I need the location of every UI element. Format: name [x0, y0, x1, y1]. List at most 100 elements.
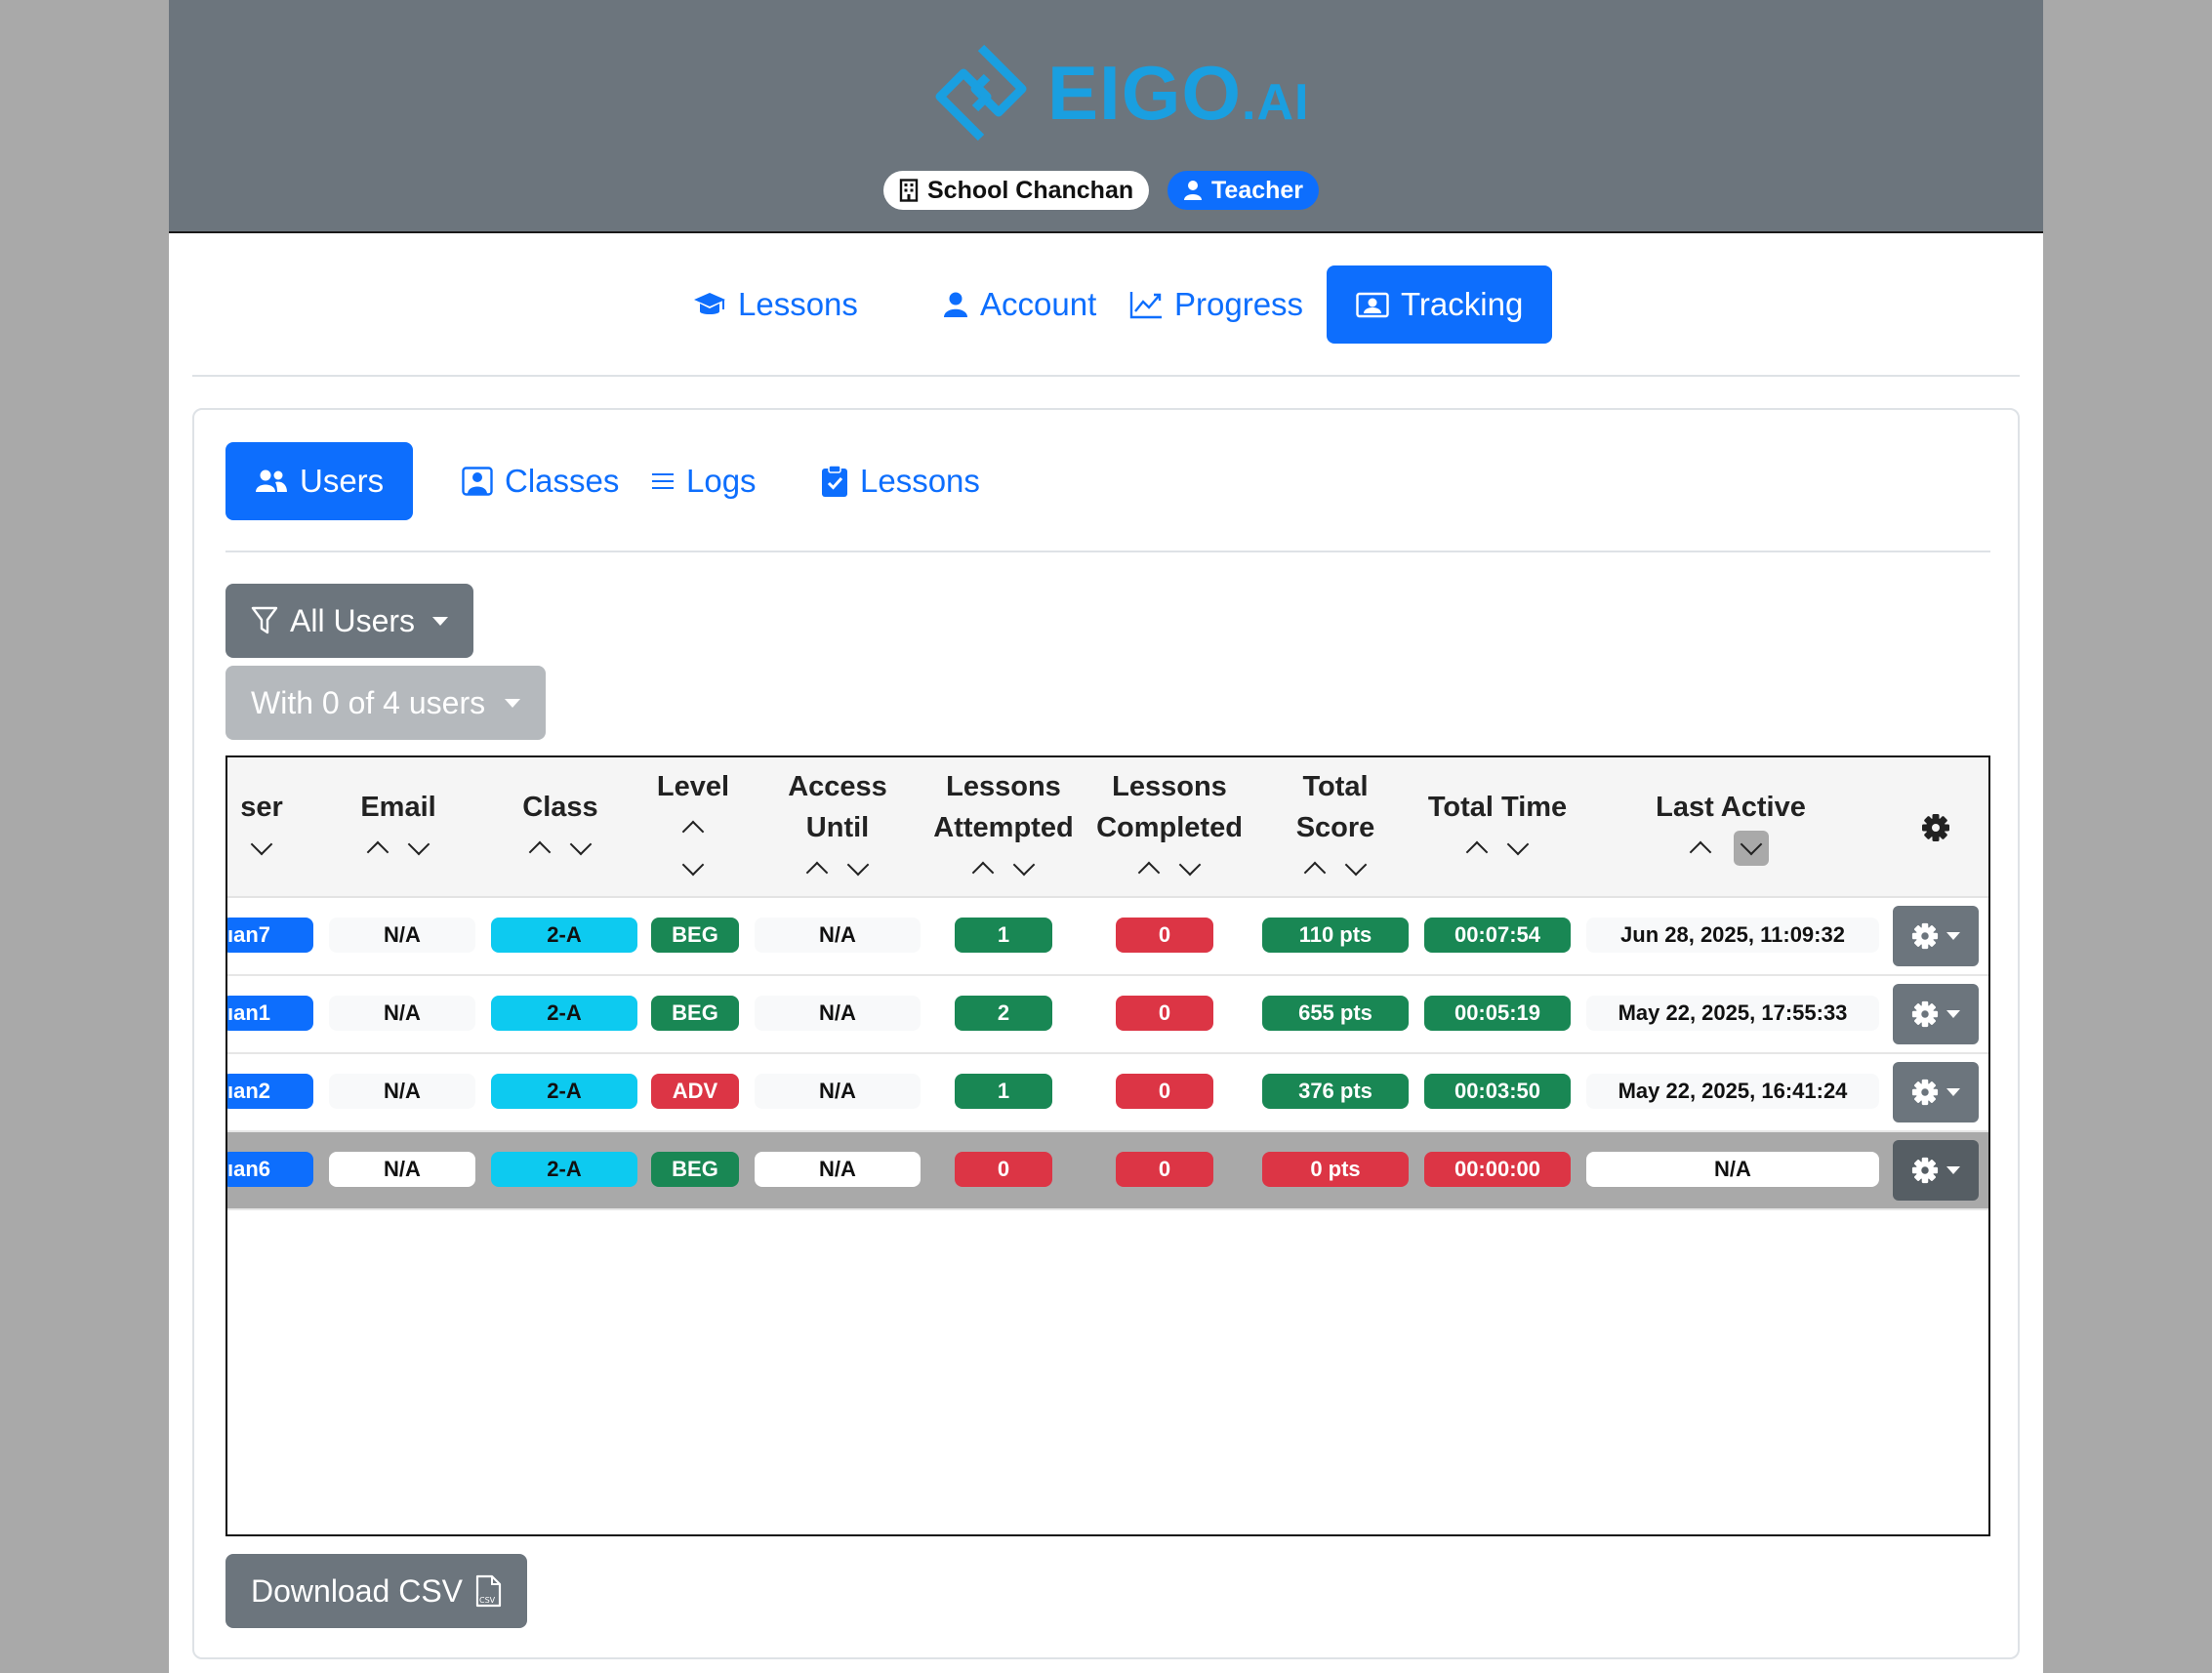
level-badge: BEG: [651, 918, 739, 953]
person-icon: [944, 292, 967, 317]
table-row[interactable]: ıan7 N/A 2-A BEG N/A 1 0 110 pts 00:07:5…: [227, 898, 1988, 976]
completed-badge: 0: [1116, 918, 1213, 953]
sort-asc-icon[interactable]: [1137, 861, 1161, 884]
time-badge: 00:07:54: [1424, 918, 1571, 953]
nav-account[interactable]: Account: [914, 265, 1126, 344]
last-active-badge: Jun 28, 2025, 11:09:32: [1586, 918, 1879, 953]
sort-desc-icon[interactable]: [1178, 853, 1202, 877]
user-badge[interactable]: ıan7: [227, 918, 313, 953]
time-badge: 00:05:19: [1424, 996, 1571, 1031]
completed-badge: 0: [1116, 1074, 1213, 1109]
level-badge: ADV: [651, 1074, 739, 1109]
row-settings-button[interactable]: [1893, 984, 1979, 1044]
sort-desc-icon[interactable]: [846, 853, 870, 877]
sort-asc-icon[interactable]: [1689, 840, 1712, 864]
sort-desc-icon[interactable]: [407, 833, 430, 856]
tab-users[interactable]: Users: [225, 442, 414, 520]
list-icon: [652, 473, 674, 489]
nav-lessons[interactable]: Lessons: [664, 265, 887, 344]
table-row[interactable]: ıan1 N/A 2-A BEG N/A 2 0 655 pts 00:05:1…: [227, 976, 1988, 1054]
nav-progress[interactable]: Progress: [1100, 265, 1332, 344]
row-settings-button[interactable]: [1893, 906, 1979, 966]
nav-divider: [192, 375, 2020, 377]
role-name: Teacher: [1211, 176, 1304, 204]
sort-asc-icon[interactable]: [366, 840, 389, 864]
attempted-badge: 1: [955, 1074, 1052, 1109]
eigo-logo[interactable]: EIGO.AI: [930, 39, 1310, 146]
last-active-badge: May 22, 2025, 16:41:24: [1586, 1074, 1879, 1109]
gear-icon: [1911, 1079, 1939, 1106]
access-badge: N/A: [755, 1074, 921, 1109]
access-badge: N/A: [755, 918, 921, 953]
logo-mark-icon: [935, 44, 1027, 142]
tab-logs[interactable]: Logs: [622, 442, 786, 520]
class-badge: 2-A: [491, 1074, 637, 1109]
role-badge: Teacher: [1167, 171, 1320, 210]
score-badge: 655 pts: [1262, 996, 1409, 1031]
column-settings[interactable]: [1887, 757, 1985, 898]
building-icon: [899, 179, 919, 202]
table-header: ser Email Class Level Access Until Lesso…: [227, 757, 1988, 898]
user-filter-dropdown[interactable]: All Users: [225, 584, 474, 658]
time-badge: 00:03:50: [1424, 1074, 1571, 1109]
column-lessons-completed: Lessons Completed: [1086, 757, 1252, 898]
column-lessons-attempted: Lessons Attempted: [930, 757, 1077, 898]
user-badge[interactable]: ıan1: [227, 996, 313, 1031]
gear-icon: [1911, 1157, 1939, 1184]
tab-lessons[interactable]: Lessons: [792, 442, 1009, 520]
class-badge: 2-A: [491, 996, 637, 1031]
user-badge[interactable]: ıan6: [227, 1152, 313, 1187]
tracking-card: Users Classes Logs Lessons All Users Wit…: [192, 408, 2020, 1659]
tab-classes[interactable]: Classes: [432, 442, 648, 520]
file-csv-icon: CSV: [475, 1574, 502, 1608]
sort-desc-icon[interactable]: [1012, 853, 1036, 877]
clipboard-check-icon: [822, 465, 847, 497]
last-active-badge: N/A: [1586, 1152, 1879, 1187]
nav-tracking[interactable]: Tracking: [1327, 265, 1553, 344]
row-settings-button[interactable]: [1893, 1140, 1979, 1201]
row-settings-button[interactable]: [1893, 1062, 1979, 1122]
tabs-divider: [225, 551, 1990, 552]
download-csv-button[interactable]: Download CSV CSV: [225, 1554, 527, 1628]
score-badge: 376 pts: [1262, 1074, 1409, 1109]
user-badge[interactable]: ıan2: [227, 1074, 313, 1109]
sort-desc-icon[interactable]: [569, 833, 593, 856]
score-badge: 110 pts: [1262, 918, 1409, 953]
svg-text:CSV: CSV: [479, 1596, 496, 1605]
gear-icon: [1922, 814, 1949, 841]
gear-icon: [1911, 1000, 1939, 1028]
sort-asc-icon[interactable]: [1303, 861, 1327, 884]
sort-asc-icon[interactable]: [805, 861, 829, 884]
column-class: Class: [487, 757, 634, 898]
sort-desc-icon[interactable]: [681, 853, 705, 877]
caret-down-icon: [432, 616, 449, 626]
person-icon: [1184, 181, 1202, 200]
table-row-highlighted[interactable]: ıan6 N/A 2-A BEG N/A 0 0 0 pts 00:00:00 …: [227, 1132, 1988, 1210]
column-total-score: Total Score: [1262, 757, 1409, 898]
level-badge: BEG: [651, 996, 739, 1031]
score-badge: 0 pts: [1262, 1152, 1409, 1187]
column-last-active: Last Active: [1584, 757, 1877, 898]
attempted-badge: 2: [955, 996, 1052, 1031]
email-badge: N/A: [329, 1074, 475, 1109]
sort-desc-icon[interactable]: [1506, 833, 1530, 856]
column-level: Level: [649, 757, 737, 898]
sort-asc-icon[interactable]: [528, 840, 552, 864]
column-email: Email: [325, 757, 471, 898]
sort-asc-icon[interactable]: [681, 820, 705, 843]
caret-down-icon: [1946, 1088, 1960, 1096]
sort-desc-icon[interactable]: [250, 833, 273, 856]
sort-desc-active[interactable]: [1734, 831, 1769, 866]
selection-dropdown[interactable]: With 0 of 4 users: [225, 666, 547, 740]
sort-desc-icon[interactable]: [1344, 853, 1368, 877]
logo-text: EIGO.AI: [1047, 49, 1310, 136]
sort-asc-icon[interactable]: [1465, 840, 1489, 864]
table-row[interactable]: ıan2 N/A 2-A ADV N/A 1 0 376 pts 00:03:5…: [227, 1054, 1988, 1132]
page: EIGO.AI School Chanchan Teacher Lessons: [169, 0, 2043, 1673]
attempted-badge: 0: [955, 1152, 1052, 1187]
sort-desc-icon: [1740, 833, 1763, 856]
sort-asc-icon[interactable]: [971, 861, 995, 884]
caret-down-icon: [1946, 1010, 1960, 1018]
completed-badge: 0: [1116, 1152, 1213, 1187]
chart-line-icon: [1129, 292, 1162, 319]
